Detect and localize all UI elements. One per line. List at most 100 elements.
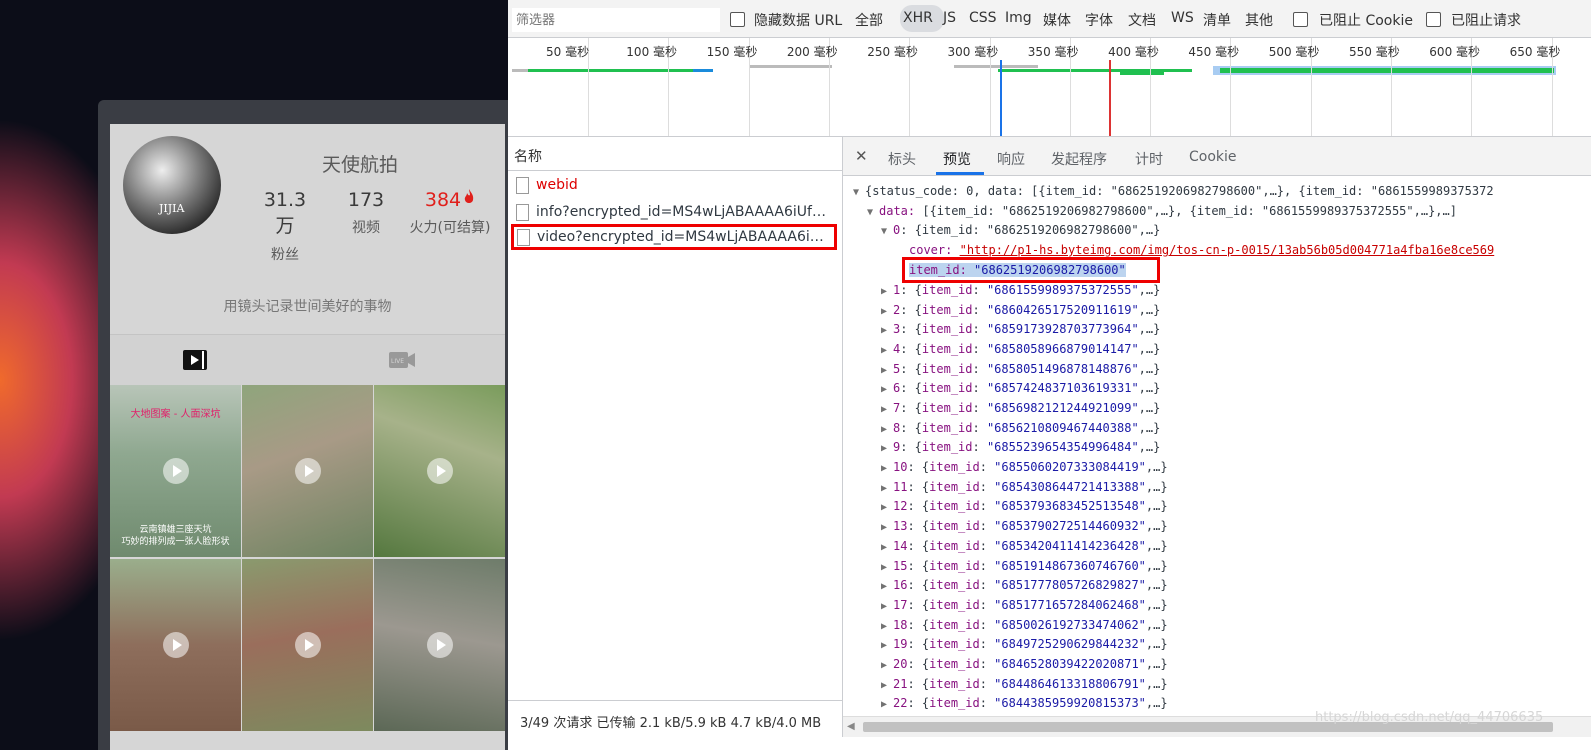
json-item-index: 20 <box>893 656 908 671</box>
request-list-header[interactable]: 名称 <box>508 137 843 171</box>
json-item-row[interactable]: ▶ 5: {item_id: "6858051496878148876",…} <box>881 360 1160 378</box>
type-filter-js[interactable]: JS <box>943 10 956 26</box>
timeline-tick-label: 600 毫秒 <box>1429 45 1481 59</box>
tab-response[interactable]: 响应 <box>997 149 1025 169</box>
dom-content-loaded-marker <box>1000 60 1002 136</box>
collapse-triangle-icon: ▶ <box>881 679 888 691</box>
timeline-bar <box>1220 68 1554 73</box>
json-preview[interactable]: ▼ {status_code: 0, data: [{item_id: "6862… <box>843 176 1591 716</box>
blocked-requests-label: 已阻止请求 <box>1451 13 1521 29</box>
expand-triangle-icon: ▼ <box>867 207 874 218</box>
json-data-summary: [{item_id: "6862519206982798600",…}, {it… <box>922 204 1457 218</box>
expand-triangle-icon: ▼ <box>881 226 888 237</box>
json-item-row[interactable]: ▶ 1: {item_id: "6861559989375372555",…} <box>881 281 1160 299</box>
collapse-triangle-icon: ▶ <box>881 305 888 317</box>
json-item-row[interactable]: ▶ 17: {item_id: "6851771657284062468",…} <box>881 596 1168 614</box>
json-item-row[interactable]: ▶ 16: {item_id: "6851777805726829827",…} <box>881 576 1168 594</box>
stat-followers: 31.3万 粉丝 <box>255 189 315 264</box>
hide-data-url-label: 隐藏数据 URL <box>754 13 843 29</box>
video-tile[interactable] <box>242 559 373 731</box>
type-filter-manifest[interactable]: 清单 <box>1203 10 1231 30</box>
type-filter-xhr[interactable]: XHR <box>903 10 933 26</box>
request-row-info[interactable]: info?encrypted_id=MS4wLjABAAAA6iUfN2... <box>508 199 842 225</box>
cover-url-link[interactable]: "http://p1-hs.byteimg.com/img/tos-cn-p-0… <box>960 243 1495 257</box>
json-item-row[interactable]: ▶ 19: {item_id: "6849725290629844232",…} <box>881 635 1168 653</box>
timeline-tick-label: 250 毫秒 <box>867 45 918 59</box>
type-filter-all[interactable]: 全部 <box>855 10 883 30</box>
blocked-requests-checkbox[interactable] <box>1426 12 1441 27</box>
json-item-row[interactable]: ▶ 22: {item_id: "6844385959920815373",…} <box>881 694 1168 712</box>
json-item-row[interactable]: ▶ 9: {item_id: "6855239654354996484",…} <box>881 438 1160 456</box>
tab-cookie[interactable]: Cookie <box>1189 149 1237 165</box>
type-filter-doc[interactable]: 文档 <box>1128 10 1156 30</box>
type-filter-other[interactable]: 其他 <box>1245 10 1273 30</box>
json-item-row[interactable]: ▶ 4: {item_id: "6858058966879014147",…} <box>881 340 1160 358</box>
video-tile[interactable] <box>374 559 505 731</box>
tab-initiator[interactable]: 发起程序 <box>1051 149 1107 169</box>
filter-input[interactable] <box>512 8 720 32</box>
video-tile[interactable] <box>242 385 373 557</box>
json-item-index: 13 <box>893 519 908 534</box>
json-item-index: 18 <box>893 617 908 632</box>
timeline-overview[interactable]: 50 毫秒 100 毫秒 150 毫秒 200 毫秒 250 毫秒 300 毫秒 350 毫… <box>508 38 1591 137</box>
json-item-row[interactable]: ▶ 12: {item_id: "6853793683452513548",…} <box>881 497 1168 515</box>
request-row-video[interactable]: video?encrypted_id=MS4wLjABAAAA6iUfN... <box>511 224 837 250</box>
json-item-id: "6856210809467440388" <box>986 420 1139 435</box>
json-item-row[interactable]: ▶ 20: {item_id: "6846528039422020871",…} <box>881 655 1168 673</box>
type-filter-ws[interactable]: WS <box>1171 10 1194 26</box>
json-item-id: "6853793683452513548" <box>994 499 1146 514</box>
json-key: cover: <box>909 243 953 257</box>
live-icon[interactable]: LIVE <box>389 350 415 370</box>
timeline-tick-label: 650 毫秒 <box>1509 45 1561 59</box>
json-item-row[interactable]: ▶ 2: {item_id: "6860426517520911619",…} <box>881 301 1160 319</box>
type-filter-media[interactable]: 媒体 <box>1043 10 1071 30</box>
video-tile[interactable] <box>110 559 241 731</box>
json-item-row[interactable]: ▶ 13: {item_id: "6853790272514460932",…} <box>881 517 1168 535</box>
json-item-id: "6851771657284062468" <box>994 597 1146 612</box>
close-icon[interactable]: ✕ <box>855 147 868 165</box>
json-item-row[interactable]: ▶ 10: {item_id: "6855060207333084419",…} <box>881 458 1168 476</box>
type-filter-img[interactable]: Img <box>1005 10 1032 26</box>
tab-timing[interactable]: 计时 <box>1135 149 1163 169</box>
json-item-row[interactable]: ▶ 21: {item_id: "6844864613318806791",…} <box>881 675 1168 693</box>
video-tile-title: 大地图案 - 人面深坑 <box>130 409 221 420</box>
timeline-bar <box>750 65 832 68</box>
collapse-triangle-icon: ▶ <box>881 699 888 711</box>
json-item-index: 15 <box>893 558 908 573</box>
tab-headers[interactable]: 标头 <box>888 149 916 169</box>
json-key: data: <box>879 204 916 218</box>
collapse-triangle-icon: ▶ <box>881 502 888 514</box>
json-item-row[interactable]: ▶ 15: {item_id: "6851914867360746760",…} <box>881 557 1168 575</box>
video-tile[interactable] <box>374 385 505 557</box>
blocked-cookie-checkbox[interactable] <box>1293 12 1308 27</box>
blocked-cookie-label: 已阻止 Cookie <box>1319 13 1413 29</box>
collapse-triangle-icon: ▶ <box>881 640 888 652</box>
request-row-webid[interactable]: webid <box>508 172 842 198</box>
expand-triangle-icon: ▼ <box>853 187 860 198</box>
type-filter-css[interactable]: CSS <box>969 10 997 26</box>
json-item-id: "6846528039422020871" <box>994 656 1146 671</box>
json-item-row[interactable]: ▶ 3: {item_id: "6859173928703773964",…} <box>881 320 1160 338</box>
json-item-id: "6851914867360746760" <box>994 558 1146 573</box>
json-item-row[interactable]: ▶ 6: {item_id: "6857424837103619331",…} <box>881 379 1160 397</box>
type-filter-font[interactable]: 字体 <box>1085 10 1113 30</box>
video-icon[interactable] <box>183 350 207 370</box>
collapse-triangle-icon: ▶ <box>881 463 888 475</box>
json-root-line[interactable]: ▼ {status_code: 0, data: [{item_id: "6862… <box>853 182 1494 200</box>
tab-preview[interactable]: 预览 <box>943 149 971 169</box>
json-item-row[interactable]: ▶ 7: {item_id: "6856982121244921099",…} <box>881 399 1160 417</box>
live-icon-label: LIVE <box>391 358 404 365</box>
json-item-0-line[interactable]: ▼ 0: {item_id: "6862519206982798600",…} <box>881 221 1160 239</box>
json-item-row[interactable]: ▶ 11: {item_id: "6854308644721413388",…} <box>881 478 1168 496</box>
timeline-tick-label: 300 毫秒 <box>947 45 999 59</box>
json-item-row[interactable]: ▶ 14: {item_id: "6853420411414236428",…} <box>881 537 1168 555</box>
video-tile[interactable]: 大地图案 - 人面深坑 云南镇雄三座天坑 巧妙的排列成一张人脸形状 <box>110 385 241 557</box>
json-data-line[interactable]: ▼ data: [{item_id: "6862519206982798600",… <box>867 202 1457 220</box>
profile-bio: 用镜头记录世间美好的事物 <box>223 299 392 315</box>
network-status-bar: 3/49 次请求 已传输 2.1 kB/5.9 kB 4.7 kB/4.0 MB <box>508 700 843 737</box>
hide-data-url-checkbox[interactable] <box>730 12 745 27</box>
json-item-row[interactable]: ▶ 8: {item_id: "6856210809467440388",…} <box>881 419 1160 437</box>
scroll-left-icon[interactable]: ◀ <box>847 721 855 732</box>
json-item-row[interactable]: ▶ 18: {item_id: "6850026192733474062",…} <box>881 616 1168 634</box>
avatar[interactable]: JIJIA <box>123 136 221 234</box>
